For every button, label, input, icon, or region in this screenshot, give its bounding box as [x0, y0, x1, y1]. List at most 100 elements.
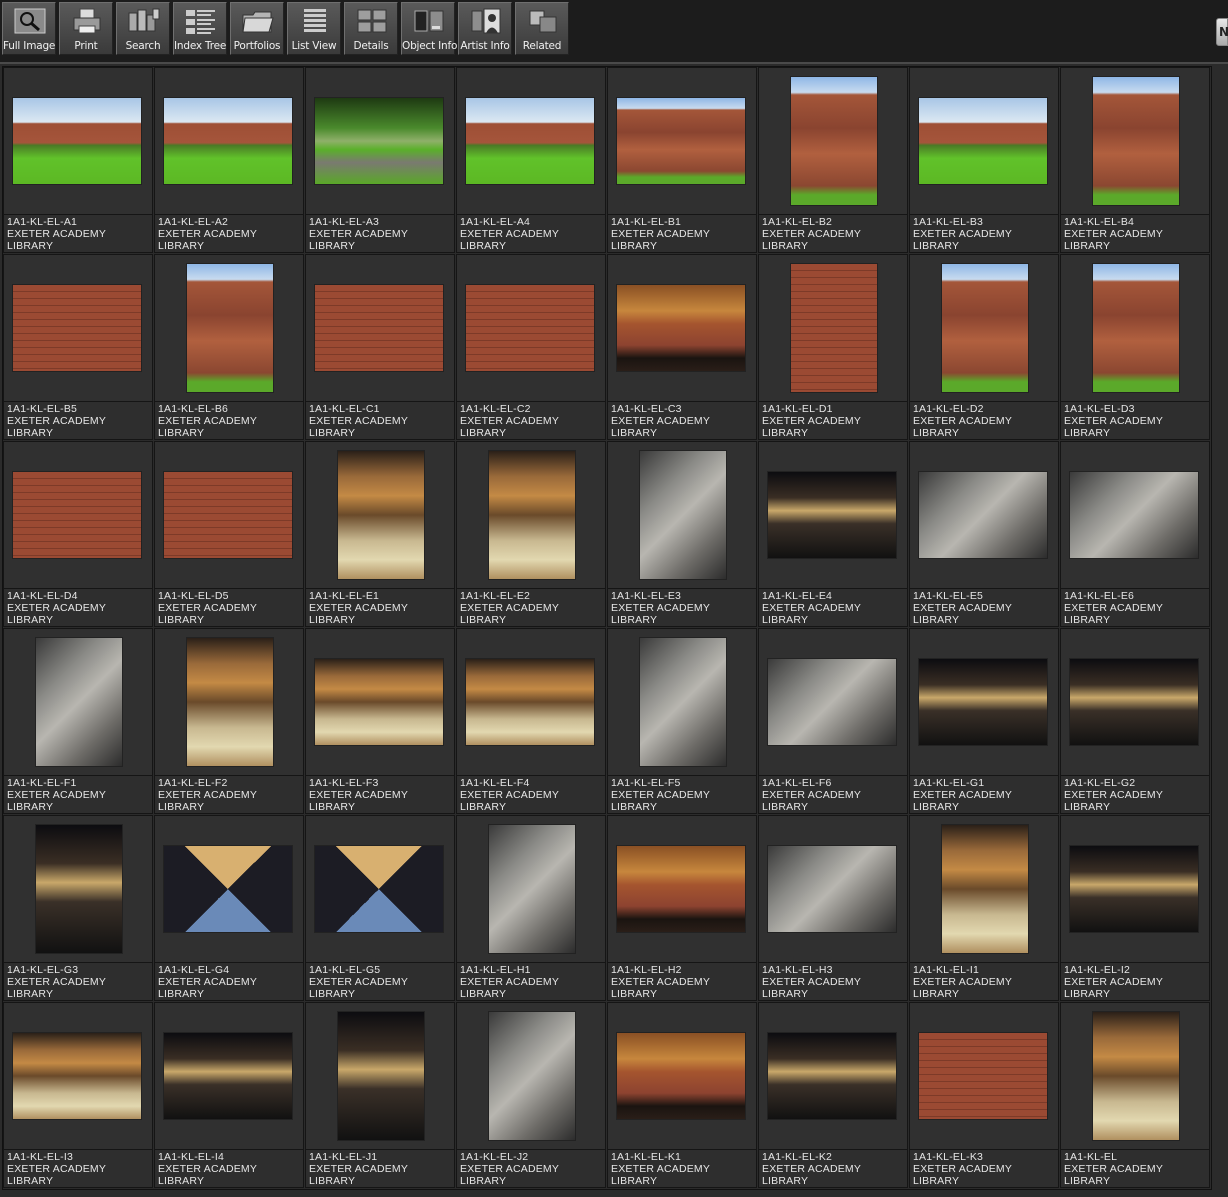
thumbnail-cell[interactable]: 1A1-KL-EL-A3 EXETER ACADEMY LIBRARY — [305, 67, 455, 253]
object-info-button[interactable]: Object Info — [401, 2, 457, 55]
thumbnail-cell[interactable]: 1A1-KL-EL-G5 EXETER ACADEMY LIBRARY — [305, 815, 455, 1001]
thumbnail-cell[interactable]: 1A1-KL-EL-B3 EXETER ACADEMY LIBRARY — [909, 67, 1059, 253]
thumbnail-cell[interactable]: 1A1-KL-EL-D1 EXETER ACADEMY LIBRARY — [758, 254, 908, 440]
thumbnail-cell[interactable]: 1A1-KL-EL-F2 EXETER ACADEMY LIBRARY — [154, 628, 304, 814]
thumbnail-image[interactable] — [466, 285, 594, 371]
thumbnail-image[interactable] — [315, 846, 443, 932]
thumbnail-cell[interactable]: 1A1-KL-EL-E5 EXETER ACADEMY LIBRARY — [909, 441, 1059, 627]
thumbnail-image[interactable] — [791, 77, 877, 205]
thumbnail-cell[interactable]: 1A1-KL-EL-E6 EXETER ACADEMY LIBRARY — [1060, 441, 1210, 627]
thumbnail-image[interactable] — [919, 1033, 1047, 1119]
thumbnail-image[interactable] — [489, 1012, 575, 1140]
thumbnail-image[interactable] — [13, 285, 141, 371]
thumbnail-cell[interactable]: 1A1-KL-EL-H3 EXETER ACADEMY LIBRARY — [758, 815, 908, 1001]
thumbnail-image[interactable] — [466, 659, 594, 745]
thumbnail-cell[interactable]: 1A1-KL-EL-F4 EXETER ACADEMY LIBRARY — [456, 628, 606, 814]
thumbnail-cell[interactable]: 1A1-KL-EL EXETER ACADEMY LIBRARY — [1060, 1002, 1210, 1188]
window-edge-tab[interactable]: N — [1216, 18, 1228, 46]
index-tree-button[interactable]: Index Tree — [173, 2, 227, 55]
portfolios-button[interactable]: Portfolios — [230, 2, 284, 55]
related-button[interactable]: Related — [515, 2, 569, 55]
thumbnail-image[interactable] — [617, 1033, 745, 1119]
thumbnail-image[interactable] — [919, 659, 1047, 745]
thumbnail-image[interactable] — [13, 98, 141, 184]
thumbnail-image[interactable] — [1070, 472, 1198, 558]
thumbnail-cell[interactable]: 1A1-KL-EL-D3 EXETER ACADEMY LIBRARY — [1060, 254, 1210, 440]
print-button[interactable]: Print — [59, 2, 113, 55]
thumbnail-cell[interactable]: 1A1-KL-EL-C1 EXETER ACADEMY LIBRARY — [305, 254, 455, 440]
thumbnail-cell[interactable]: 1A1-KL-EL-H1 EXETER ACADEMY LIBRARY — [456, 815, 606, 1001]
thumbnail-cell[interactable]: 1A1-KL-EL-B2 EXETER ACADEMY LIBRARY — [758, 67, 908, 253]
thumbnail-image[interactable] — [617, 285, 745, 371]
thumbnail-image[interactable] — [640, 638, 726, 766]
thumbnail-image[interactable] — [942, 264, 1028, 392]
thumbnail-image[interactable] — [36, 638, 122, 766]
thumbnail-image[interactable] — [13, 1033, 141, 1119]
thumbnail-cell[interactable]: 1A1-KL-EL-D2 EXETER ACADEMY LIBRARY — [909, 254, 1059, 440]
thumbnail-cell[interactable]: 1A1-KL-EL-J2 EXETER ACADEMY LIBRARY — [456, 1002, 606, 1188]
thumbnail-image[interactable] — [617, 98, 745, 184]
thumbnail-cell[interactable]: 1A1-KL-EL-D5 EXETER ACADEMY LIBRARY — [154, 441, 304, 627]
thumbnail-image[interactable] — [791, 264, 877, 392]
thumbnail-image[interactable] — [942, 825, 1028, 953]
thumbnail-image[interactable] — [1093, 77, 1179, 205]
thumbnail-image[interactable] — [187, 264, 273, 392]
thumbnail-cell[interactable]: 1A1-KL-EL-A2 EXETER ACADEMY LIBRARY — [154, 67, 304, 253]
thumbnail-cell[interactable]: 1A1-KL-EL-B1 EXETER ACADEMY LIBRARY — [607, 67, 757, 253]
thumbnail-image[interactable] — [768, 1033, 896, 1119]
thumbnail-cell[interactable]: 1A1-KL-EL-G1 EXETER ACADEMY LIBRARY — [909, 628, 1059, 814]
thumbnail-cell[interactable]: 1A1-KL-EL-E4 EXETER ACADEMY LIBRARY — [758, 441, 908, 627]
thumbnail-cell[interactable]: 1A1-KL-EL-F3 EXETER ACADEMY LIBRARY — [305, 628, 455, 814]
thumbnail-image[interactable] — [640, 451, 726, 579]
thumbnail-cell[interactable]: 1A1-KL-EL-K1 EXETER ACADEMY LIBRARY — [607, 1002, 757, 1188]
thumbnail-image[interactable] — [1070, 659, 1198, 745]
thumbnail-image[interactable] — [617, 846, 745, 932]
list-view-button[interactable]: List View — [287, 2, 341, 55]
thumbnail-image[interactable] — [164, 472, 292, 558]
thumbnail-image[interactable] — [1070, 846, 1198, 932]
thumbnail-image[interactable] — [164, 98, 292, 184]
thumbnail-image[interactable] — [768, 846, 896, 932]
thumbnail-image[interactable] — [489, 451, 575, 579]
search-button[interactable]: Search — [116, 2, 170, 55]
thumbnail-image[interactable] — [13, 472, 141, 558]
thumbnail-cell[interactable]: 1A1-KL-EL-H2 EXETER ACADEMY LIBRARY — [607, 815, 757, 1001]
thumbnail-cell[interactable]: 1A1-KL-EL-F1 EXETER ACADEMY LIBRARY — [3, 628, 153, 814]
thumbnail-cell[interactable]: 1A1-KL-EL-K2 EXETER ACADEMY LIBRARY — [758, 1002, 908, 1188]
thumbnail-image[interactable] — [768, 659, 896, 745]
thumbnail-cell[interactable]: 1A1-KL-EL-A1 EXETER ACADEMY LIBRARY — [3, 67, 153, 253]
thumbnail-cell[interactable]: 1A1-KL-EL-F6 EXETER ACADEMY LIBRARY — [758, 628, 908, 814]
thumbnail-image[interactable] — [315, 659, 443, 745]
thumbnail-image[interactable] — [338, 1012, 424, 1140]
thumbnail-image[interactable] — [1093, 264, 1179, 392]
thumbnail-image[interactable] — [315, 98, 443, 184]
thumbnail-image[interactable] — [919, 98, 1047, 184]
thumbnail-image[interactable] — [489, 825, 575, 953]
thumbnail-image[interactable] — [315, 285, 443, 371]
details-button[interactable]: Details — [344, 2, 398, 55]
thumbnail-image[interactable] — [466, 98, 594, 184]
thumbnail-cell[interactable]: 1A1-KL-EL-I3 EXETER ACADEMY LIBRARY — [3, 1002, 153, 1188]
thumbnail-image[interactable] — [919, 472, 1047, 558]
thumbnail-image[interactable] — [1093, 1012, 1179, 1140]
thumbnail-cell[interactable]: 1A1-KL-EL-J1 EXETER ACADEMY LIBRARY — [305, 1002, 455, 1188]
thumbnail-image[interactable] — [768, 472, 896, 558]
thumbnail-image[interactable] — [36, 825, 122, 953]
thumbnail-cell[interactable]: 1A1-KL-EL-D4 EXETER ACADEMY LIBRARY — [3, 441, 153, 627]
thumbnail-image[interactable] — [164, 1033, 292, 1119]
thumbnail-cell[interactable]: 1A1-KL-EL-F5 EXETER ACADEMY LIBRARY — [607, 628, 757, 814]
artist-info-button[interactable]: Artist Info — [458, 2, 512, 55]
thumbnail-cell[interactable]: 1A1-KL-EL-A4 EXETER ACADEMY LIBRARY — [456, 67, 606, 253]
thumbnail-cell[interactable]: 1A1-KL-EL-G4 EXETER ACADEMY LIBRARY — [154, 815, 304, 1001]
thumbnail-cell[interactable]: 1A1-KL-EL-B4 EXETER ACADEMY LIBRARY — [1060, 67, 1210, 253]
thumbnail-cell[interactable]: 1A1-KL-EL-C2 EXETER ACADEMY LIBRARY — [456, 254, 606, 440]
thumbnail-cell[interactable]: 1A1-KL-EL-I1 EXETER ACADEMY LIBRARY — [909, 815, 1059, 1001]
thumbnail-cell[interactable]: 1A1-KL-EL-B6 EXETER ACADEMY LIBRARY — [154, 254, 304, 440]
thumbnail-image[interactable] — [338, 451, 424, 579]
thumbnail-cell[interactable]: 1A1-KL-EL-E2 EXETER ACADEMY LIBRARY — [456, 441, 606, 627]
thumbnail-cell[interactable]: 1A1-KL-EL-C3 EXETER ACADEMY LIBRARY — [607, 254, 757, 440]
thumbnail-image[interactable] — [164, 846, 292, 932]
thumbnail-cell[interactable]: 1A1-KL-EL-E3 EXETER ACADEMY LIBRARY — [607, 441, 757, 627]
full-image-button[interactable]: Full Image — [2, 2, 56, 55]
thumbnail-cell[interactable]: 1A1-KL-EL-E1 EXETER ACADEMY LIBRARY — [305, 441, 455, 627]
